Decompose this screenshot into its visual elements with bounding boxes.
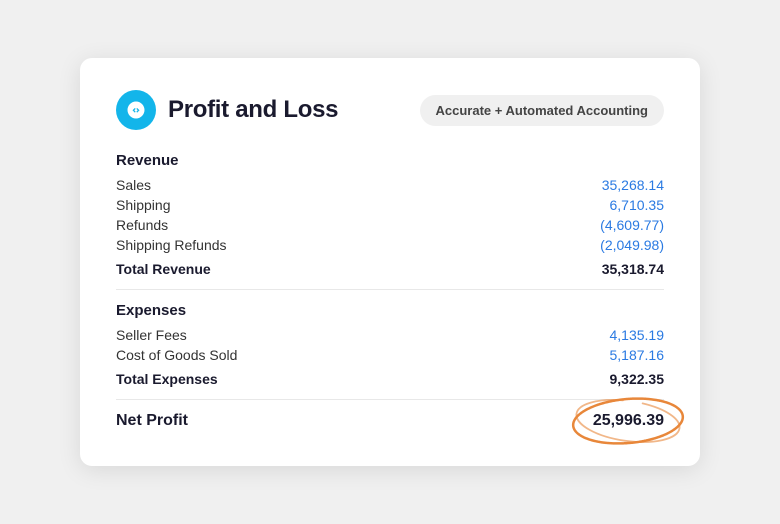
page-title: Profit and Loss xyxy=(168,96,338,124)
expenses-cogs-name: Cost of Goods Sold xyxy=(116,347,237,363)
net-profit-row: Net Profit 25,996.39 xyxy=(116,412,664,430)
revenue-shipping-refunds-name: Shipping Refunds xyxy=(116,237,227,253)
total-revenue-row: Total Revenue 35,318.74 xyxy=(116,257,664,277)
header-left: Profit and Loss xyxy=(116,90,338,130)
expenses-seller-fees-row: Seller Fees 4,135.19 xyxy=(116,325,664,345)
expenses-seller-fees-name: Seller Fees xyxy=(116,327,187,343)
section-divider-1 xyxy=(116,289,664,290)
net-profit-label: Net Profit xyxy=(116,412,188,430)
net-profit-value: 25,996.39 xyxy=(593,412,664,429)
revenue-shipping-value: 6,710.35 xyxy=(564,197,664,213)
expenses-cogs-row: Cost of Goods Sold 5,187.16 xyxy=(116,345,664,365)
revenue-sales-name: Sales xyxy=(116,177,151,193)
revenue-sales-row: Sales 35,268.14 xyxy=(116,175,664,195)
revenue-shipping-refunds-row: Shipping Refunds (2,049.98) xyxy=(116,235,664,255)
xero-logo xyxy=(116,90,156,130)
revenue-refunds-value: (4,609.77) xyxy=(564,217,664,233)
revenue-refunds-name: Refunds xyxy=(116,217,168,233)
profit-loss-card: Profit and Loss Accurate + Automated Acc… xyxy=(80,58,700,466)
revenue-shipping-row: Shipping 6,710.35 xyxy=(116,195,664,215)
revenue-sales-value: 35,268.14 xyxy=(564,177,664,193)
total-revenue-label: Total Revenue xyxy=(116,261,211,277)
total-expenses-value: 9,322.35 xyxy=(564,371,664,387)
total-expenses-label: Total Expenses xyxy=(116,371,218,387)
net-profit-value-wrapper: 25,996.39 xyxy=(593,412,664,430)
total-revenue-value: 35,318.74 xyxy=(564,261,664,277)
revenue-shipping-refunds-value: (2,049.98) xyxy=(564,237,664,253)
badge: Accurate + Automated Accounting xyxy=(420,95,664,126)
expenses-section-label: Expenses xyxy=(116,302,664,319)
expenses-seller-fees-value: 4,135.19 xyxy=(564,327,664,343)
revenue-refunds-row: Refunds (4,609.77) xyxy=(116,215,664,235)
expenses-cogs-value: 5,187.16 xyxy=(564,347,664,363)
revenue-shipping-name: Shipping xyxy=(116,197,171,213)
total-expenses-row: Total Expenses 9,322.35 xyxy=(116,367,664,387)
card-header: Profit and Loss Accurate + Automated Acc… xyxy=(116,90,664,130)
revenue-section-label: Revenue xyxy=(116,152,664,169)
section-divider-2 xyxy=(116,399,664,400)
